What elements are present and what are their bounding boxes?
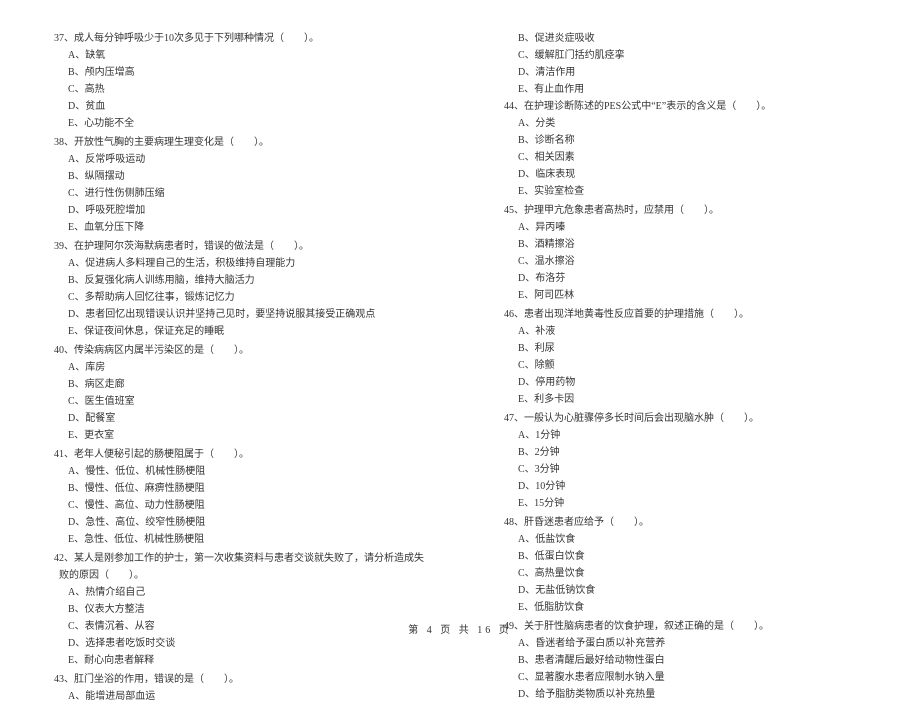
- question-block: 47、一般认为心脏骤停多长时间后会出现脑水肿（ ）。A、1分钟B、2分钟C、3分…: [490, 410, 880, 512]
- option: E、保证夜间休息，保证充足的睡眠: [40, 323, 430, 340]
- question-block: 42、某人是刚参加工作的护士，第一次收集资料与患者交谈就失败了，请分析造成失败的…: [40, 550, 430, 669]
- question-block: 39、在护理阿尔茨海默病患者时，错误的做法是（ ）。A、促进病人多料理自己的生活…: [40, 238, 430, 340]
- option: B、病区走廊: [40, 376, 430, 393]
- page-columns: 37、成人每分钟呼吸少于10次多见于下列哪种情况（ ）。A、缺氧B、颅内压增高C…: [40, 30, 880, 707]
- question-block: 46、患者出现洋地黄毒性反应首要的护理措施（ ）。A、补液B、利尿C、除颤D、停…: [490, 306, 880, 408]
- option: C、慢性、高位、动力性肠梗阻: [40, 497, 430, 514]
- page-number: 第 4 页 共 16 页: [0, 621, 920, 636]
- option: A、反常呼吸运动: [40, 151, 430, 168]
- option: E、更衣室: [40, 427, 430, 444]
- option: A、昏迷者给予蛋白质以补充营养: [490, 635, 880, 652]
- right-column: B、促进炎症吸收C、缓解肛门括约肌痉挛D、清洁作用E、有止血作用44、在护理诊断…: [490, 30, 880, 707]
- option: D、清洁作用: [490, 64, 880, 81]
- option: E、心功能不全: [40, 115, 430, 132]
- option: C、除颤: [490, 357, 880, 374]
- option: A、慢性、低位、机械性肠梗阻: [40, 463, 430, 480]
- option: E、耐心向患者解释: [40, 652, 430, 669]
- question-stem: 39、在护理阿尔茨海默病患者时，错误的做法是（ ）。: [54, 238, 430, 255]
- left-column: 37、成人每分钟呼吸少于10次多见于下列哪种情况（ ）。A、缺氧B、颅内压增高C…: [40, 30, 430, 707]
- option: C、3分钟: [490, 461, 880, 478]
- option: C、多帮助病人回忆往事，锻炼记忆力: [40, 289, 430, 306]
- option: B、利尿: [490, 340, 880, 357]
- option: B、低蛋白饮食: [490, 548, 880, 565]
- option: C、显著腹水患者应限制水钠入量: [490, 669, 880, 686]
- option: D、贫血: [40, 98, 430, 115]
- question-stem: 43、肛门坐浴的作用，错误的是（ ）。: [54, 671, 430, 688]
- question-stem: 37、成人每分钟呼吸少于10次多见于下列哪种情况（ ）。: [54, 30, 430, 47]
- option: C、高热: [40, 81, 430, 98]
- question-stem: 46、患者出现洋地黄毒性反应首要的护理措施（ ）。: [504, 306, 880, 323]
- option: B、促进炎症吸收: [490, 30, 880, 47]
- question-block: 38、开放性气胸的主要病理生理变化是（ ）。A、反常呼吸运动B、纵隔摆动C、进行…: [40, 134, 430, 236]
- option: A、促进病人多料理自己的生活，积极维持自理能力: [40, 255, 430, 272]
- option: E、阿司匹林: [490, 287, 880, 304]
- option: C、医生值班室: [40, 393, 430, 410]
- option: D、配餐室: [40, 410, 430, 427]
- question-stem: 38、开放性气胸的主要病理生理变化是（ ）。: [54, 134, 430, 151]
- question-stem: 42、某人是刚参加工作的护士，第一次收集资料与患者交谈就失败了，请分析造成失败的…: [54, 550, 430, 584]
- question-stem: 40、传染病病区内属半污染区的是（ ）。: [54, 342, 430, 359]
- question-stem: 48、肝昏迷患者应给予（ ）。: [504, 514, 880, 531]
- option: E、有止血作用: [490, 81, 880, 98]
- option: C、高热量饮食: [490, 565, 880, 582]
- option: C、缓解肛门括约肌痉挛: [490, 47, 880, 64]
- option: B、2分钟: [490, 444, 880, 461]
- option: A、缺氧: [40, 47, 430, 64]
- option: D、患者回忆出现错误认识并坚持己见时，要坚持说服其接受正确观点: [40, 306, 430, 323]
- option: E、利多卡因: [490, 391, 880, 408]
- option: C、相关因素: [490, 149, 880, 166]
- question-stem: 44、在护理诊断陈述的PES公式中“E”表示的含义是（ ）。: [504, 98, 880, 115]
- option: D、选择患者吃饭时交谈: [40, 635, 430, 652]
- question-block: 43、肛门坐浴的作用，错误的是（ ）。A、能增进局部血运: [40, 671, 430, 705]
- option: D、临床表现: [490, 166, 880, 183]
- option: E、血氧分压下降: [40, 219, 430, 236]
- option: D、给予脂肪类物质以补充热量: [490, 686, 880, 703]
- option: D、无盐低钠饮食: [490, 582, 880, 599]
- option: A、补液: [490, 323, 880, 340]
- option: B、纵隔摆动: [40, 168, 430, 185]
- option: E、15分钟: [490, 495, 880, 512]
- option: B、诊断名称: [490, 132, 880, 149]
- question-block: 40、传染病病区内属半污染区的是（ ）。A、库房B、病区走廊C、医生值班室D、配…: [40, 342, 430, 444]
- option: A、异丙嗪: [490, 219, 880, 236]
- option: C、进行性伤侧肺压缩: [40, 185, 430, 202]
- question-block: 45、护理甲亢危象患者高热时，应禁用（ ）。A、异丙嗪B、酒精擦浴C、温水擦浴D…: [490, 202, 880, 304]
- question-block: 41、老年人便秘引起的肠梗阻属于（ ）。A、慢性、低位、机械性肠梗阻B、慢性、低…: [40, 446, 430, 548]
- option: B、患者清醒后最好给动物性蛋白: [490, 652, 880, 669]
- question-block: 37、成人每分钟呼吸少于10次多见于下列哪种情况（ ）。A、缺氧B、颅内压增高C…: [40, 30, 430, 132]
- option: C、温水擦浴: [490, 253, 880, 270]
- option: B、酒精擦浴: [490, 236, 880, 253]
- option: B、反复强化病人训练用脑，维持大脑活力: [40, 272, 430, 289]
- option: D、10分钟: [490, 478, 880, 495]
- option: D、呼吸死腔增加: [40, 202, 430, 219]
- option: E、急性、低位、机械性肠梗阻: [40, 531, 430, 548]
- option: D、布洛芬: [490, 270, 880, 287]
- question-stem: 41、老年人便秘引起的肠梗阻属于（ ）。: [54, 446, 430, 463]
- option: B、仪表大方整洁: [40, 601, 430, 618]
- question-stem: 45、护理甲亢危象患者高热时，应禁用（ ）。: [504, 202, 880, 219]
- option: D、急性、高位、绞窄性肠梗阻: [40, 514, 430, 531]
- option: A、能增进局部血运: [40, 688, 430, 705]
- question-block: 44、在护理诊断陈述的PES公式中“E”表示的含义是（ ）。A、分类B、诊断名称…: [490, 98, 880, 200]
- option: D、停用药物: [490, 374, 880, 391]
- question-stem: 47、一般认为心脏骤停多长时间后会出现脑水肿（ ）。: [504, 410, 880, 427]
- option: E、低脂肪饮食: [490, 599, 880, 616]
- option: E、实验室检查: [490, 183, 880, 200]
- option: B、颅内压增高: [40, 64, 430, 81]
- option: A、低盐饮食: [490, 531, 880, 548]
- option: A、库房: [40, 359, 430, 376]
- option: A、分类: [490, 115, 880, 132]
- option: A、1分钟: [490, 427, 880, 444]
- option: A、热情介绍自己: [40, 584, 430, 601]
- question-block: 48、肝昏迷患者应给予（ ）。A、低盐饮食B、低蛋白饮食C、高热量饮食D、无盐低…: [490, 514, 880, 616]
- option: B、慢性、低位、麻痹性肠梗阻: [40, 480, 430, 497]
